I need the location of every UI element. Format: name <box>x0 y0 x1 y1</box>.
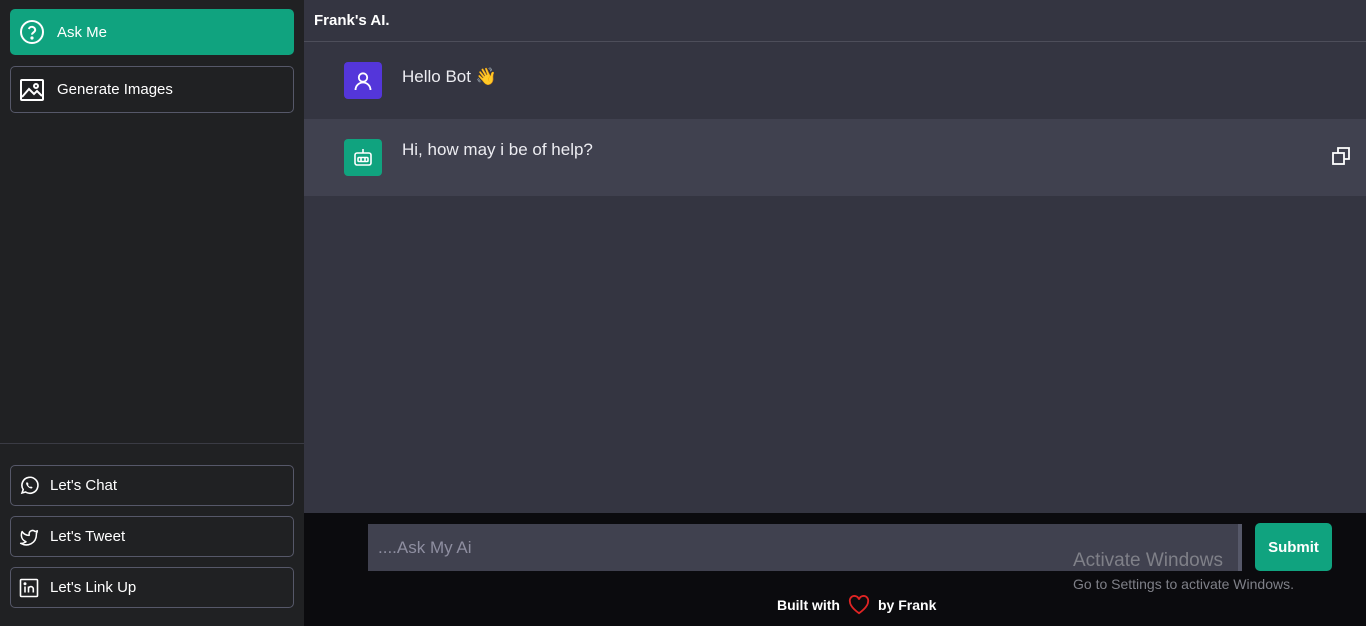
built-with-text: Built with <box>777 597 840 613</box>
whatsapp-icon <box>19 476 39 496</box>
bot-message-row: Hi, how may i be of help? <box>304 119 1366 196</box>
lets-chat-label: Let's Chat <box>50 477 118 494</box>
lets-link-up-label: Let's Link Up <box>50 579 137 596</box>
copy-icon[interactable] <box>1331 146 1351 166</box>
twitter-icon <box>19 527 39 547</box>
lets-tweet-button[interactable]: Let's Tweet <box>10 516 294 557</box>
bot-avatar <box>344 139 382 176</box>
generate-images-button[interactable]: Generate Images <box>10 66 294 113</box>
built-with-credit: Built with by Frank <box>777 595 936 615</box>
app-title: Frank's AI. <box>314 12 390 29</box>
user-message-text: Hello Bot 👋 <box>402 67 497 86</box>
robot-icon <box>354 148 372 166</box>
footer: Submit Built with by Frank Activate Wind… <box>304 513 1366 626</box>
by-frank-text: by Frank <box>878 597 937 613</box>
sidebar-divider <box>0 443 304 444</box>
header: Frank's AI. <box>304 0 1366 42</box>
activate-windows-title: Activate Windows <box>1073 550 1223 571</box>
user-message-row: Hello Bot 👋 <box>304 42 1366 119</box>
submit-button[interactable]: Submit <box>1255 523 1332 571</box>
lets-link-up-button[interactable]: Let's Link Up <box>10 567 294 608</box>
ask-me-button[interactable]: Ask Me <box>10 9 294 55</box>
lets-chat-button[interactable]: Let's Chat <box>10 465 294 506</box>
chat-area: Frank's AI. Hello Bot 👋 Hi, how may i be… <box>304 0 1366 513</box>
user-icon <box>354 71 372 90</box>
ask-me-label: Ask Me <box>57 23 108 41</box>
activate-windows-subtitle: Go to Settings to activate Windows. <box>1073 576 1294 592</box>
generate-images-label: Generate Images <box>57 81 173 98</box>
image-icon <box>19 77 45 103</box>
bot-message-text: Hi, how may i be of help? <box>402 140 593 159</box>
linkedin-icon <box>19 578 39 598</box>
sidebar: Ask Me Generate Images Let's Chat Let's … <box>0 0 304 626</box>
question-circle-icon <box>19 19 45 45</box>
heart-icon <box>848 595 870 615</box>
lets-tweet-label: Let's Tweet <box>50 528 126 545</box>
user-avatar <box>344 62 382 99</box>
